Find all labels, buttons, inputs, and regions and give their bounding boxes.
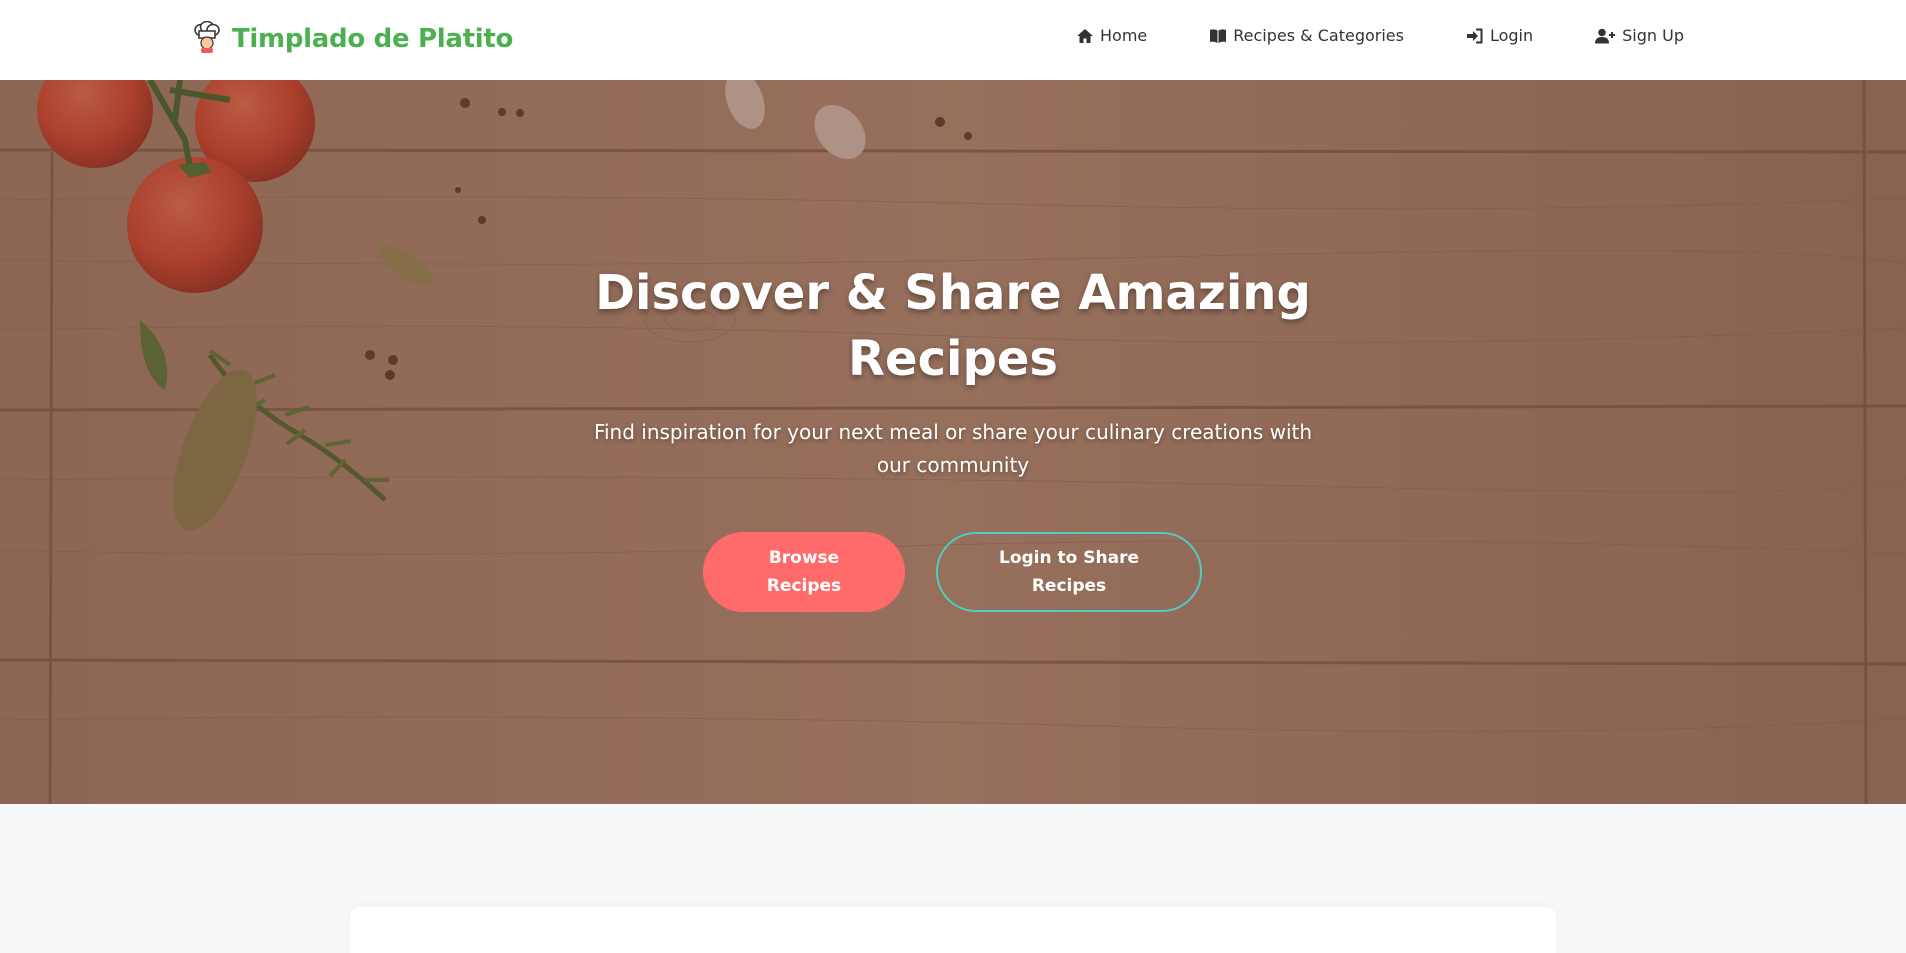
nav-login-label: Login: [1489, 26, 1534, 45]
hero-content: Discover & Share Amazing Recipes Find in…: [553, 260, 1353, 482]
chef-icon: [192, 20, 222, 57]
main-nav: Home Recipes & Categories Login Sign Up: [1076, 26, 1684, 45]
home-icon: [1076, 28, 1094, 44]
nav-home-link[interactable]: Home: [1076, 26, 1147, 45]
hero-subtitle: Find inspiration for your next meal or s…: [593, 420, 1313, 477]
book-icon: [1209, 28, 1227, 44]
browse-recipes-button[interactable]: Browse Recipes: [703, 532, 905, 612]
login-icon: [1466, 28, 1484, 44]
content-card: [350, 907, 1556, 953]
hero-title: Discover & Share Amazing Recipes: [595, 265, 1311, 387]
nav-recipes-label: Recipes & Categories: [1233, 26, 1404, 45]
nav-signup-label: Sign Up: [1622, 26, 1684, 45]
login-to-share-button[interactable]: Login to Share Recipes: [936, 532, 1202, 612]
hero-section: Discover & Share Amazing Recipes Find in…: [0, 80, 1906, 804]
user-plus-icon: [1595, 28, 1616, 44]
nav-home-label: Home: [1100, 26, 1148, 45]
top-navbar: Timplado de Platito Home Recipes & Categ…: [0, 0, 1906, 80]
brand-name: Timplado de Platito: [232, 24, 514, 54]
nav-login-link[interactable]: Login: [1466, 26, 1533, 45]
nav-recipes-link[interactable]: Recipes & Categories: [1209, 26, 1404, 45]
browse-recipes-label: Browse Recipes: [766, 548, 842, 596]
brand-logo-link[interactable]: Timplado de Platito: [192, 20, 513, 58]
login-to-share-label: Login to Share Recipes: [999, 548, 1139, 596]
nav-signup-link[interactable]: Sign Up: [1595, 26, 1684, 45]
